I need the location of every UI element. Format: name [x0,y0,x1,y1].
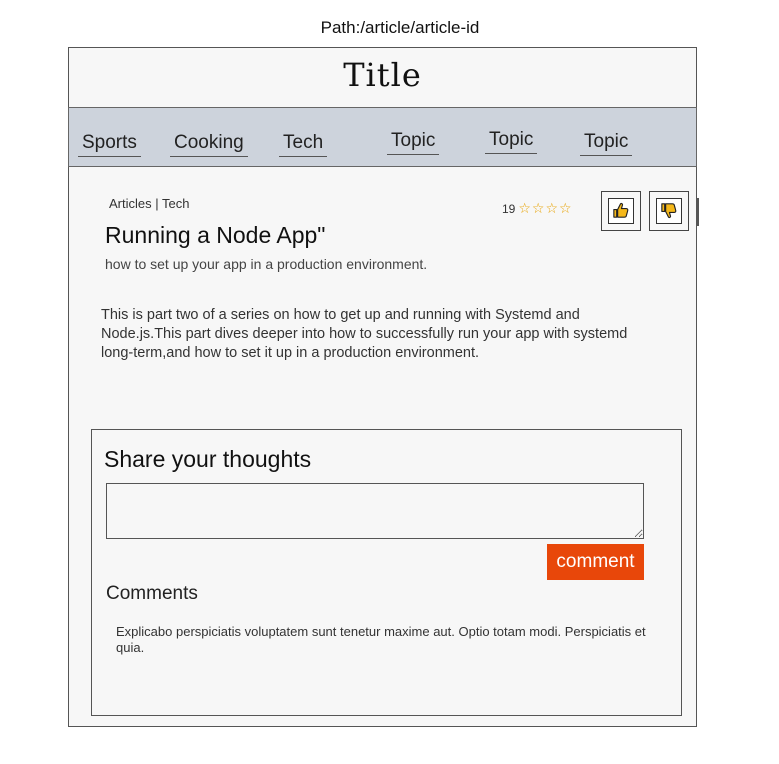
breadcrumb: Articles | Tech [109,196,190,211]
nav-bar: Sports Cooking Tech Topic Topic Topic [68,107,697,167]
comments-heading: Comments [106,583,198,604]
nav-item-sports[interactable]: Sports [78,132,141,157]
rating-count: 19 [502,202,516,216]
nav-item-cooking[interactable]: Cooking [170,132,248,157]
thumbs-up-button[interactable] [601,191,641,231]
comment-input[interactable] [106,483,644,539]
path-label: Path:/article/article-id [320,18,480,37]
article-body: This is part two of a series on how to g… [101,307,628,361]
page-frame: Title Sports Cooking Tech Topic Topic To… [68,47,699,727]
thumbs-up-icon [608,198,634,224]
comment-item: Explicabo perspiciatis voluptatem sunt t… [116,624,646,655]
share-heading: Share your thoughts [104,446,312,472]
nav-item-tech[interactable]: Tech [279,132,328,157]
thumbs-down-button[interactable] [649,191,689,231]
article-title: Running a Node App" [105,222,326,248]
edge-marker [697,198,699,226]
nav-item-topic-1[interactable]: Topic [387,130,440,155]
star-rating-icon[interactable]: ☆☆☆☆ [518,200,572,216]
comment-button[interactable]: comment [547,544,644,580]
page-title: Title [343,56,422,94]
rating: 19 ☆☆☆☆ [502,200,573,217]
nav-item-topic-2[interactable]: Topic [485,129,538,154]
nav-item-topic-3[interactable]: Topic [580,131,633,156]
article-subtitle: how to set up your app in a production e… [105,256,428,272]
thumbs-down-icon [656,198,682,224]
share-panel: Share your thoughts comment Comments Exp… [91,429,682,716]
